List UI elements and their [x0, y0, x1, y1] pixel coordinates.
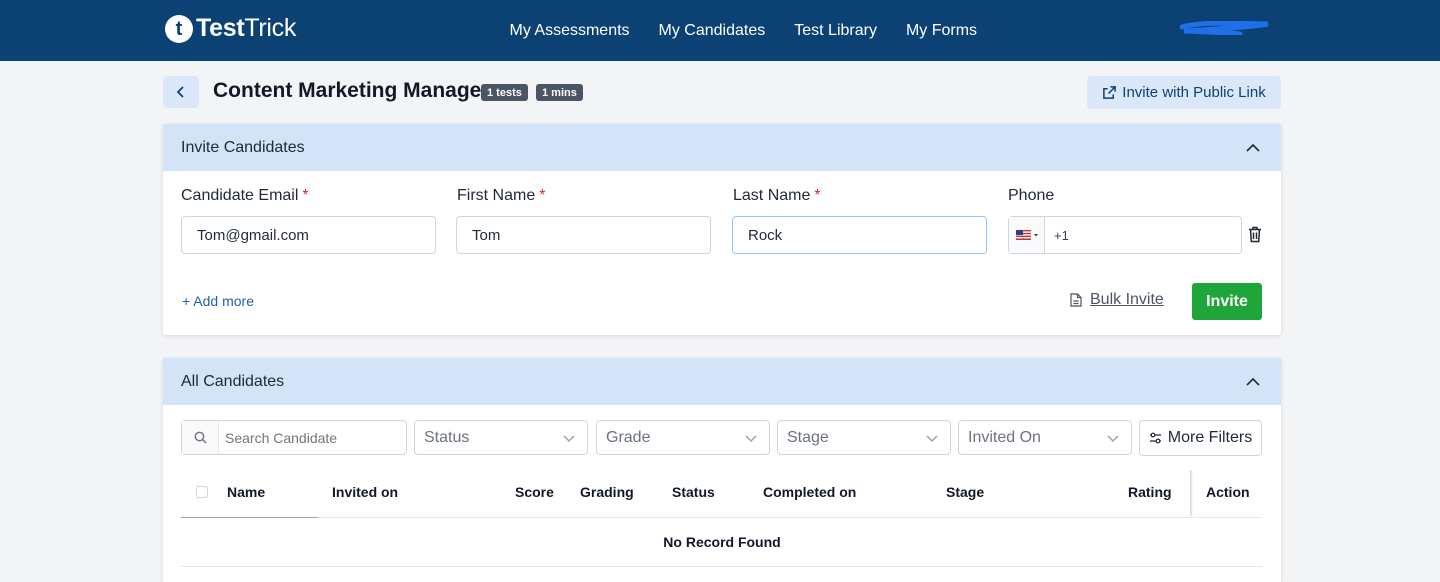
grade-filter-label: Grade [606, 428, 651, 446]
nav-test-library[interactable]: Test Library [780, 22, 892, 40]
country-selector[interactable] [1009, 217, 1045, 253]
table-bottom-divider [181, 566, 1262, 567]
column-header-grading[interactable]: Grading [580, 484, 634, 500]
sliders-icon [1149, 432, 1161, 444]
main-nav: My Assessments My Candidates Test Librar… [495, 0, 992, 61]
all-candidates-title: All Candidates [181, 372, 285, 390]
last-name-field[interactable] [732, 216, 987, 254]
all-candidates-panel: All Candidates Status Grade Stage Invite… [163, 358, 1281, 582]
invite-public-link-label: Invite with Public Link [1122, 84, 1266, 101]
add-more-link[interactable]: + Add more [182, 293, 254, 309]
chevron-up-icon [1246, 143, 1260, 152]
last-name-label: Last Name * [733, 187, 821, 204]
candidate-email-field[interactable] [181, 216, 436, 254]
column-header-name[interactable]: Name [227, 484, 265, 500]
tests-count-badge: 1 tests [481, 84, 528, 101]
bulk-invite-link[interactable]: Bulk Invite [1070, 291, 1164, 309]
logo-text: TestTrick [196, 14, 297, 42]
table-header-divider-accent [181, 517, 318, 518]
invite-button[interactable]: Invite [1192, 283, 1262, 320]
select-all-checkbox[interactable] [196, 486, 208, 498]
invite-public-link-button[interactable]: Invite with Public Link [1087, 76, 1281, 109]
stage-filter[interactable]: Stage [777, 420, 951, 455]
column-header-stage[interactable]: Stage [946, 484, 984, 500]
file-icon [1070, 293, 1082, 307]
empty-table-message: No Record Found [663, 534, 781, 550]
trash-icon[interactable] [1247, 226, 1263, 243]
chevron-down-icon [1107, 435, 1119, 443]
chevron-down-icon [926, 435, 938, 443]
us-flag-icon [1015, 230, 1038, 240]
back-button[interactable] [163, 76, 199, 108]
email-label: Candidate Email * [181, 187, 309, 204]
column-header-rating[interactable]: Rating [1128, 484, 1172, 500]
first-name-label: First Name * [457, 187, 546, 204]
search-input[interactable] [219, 429, 399, 446]
logo-mark-icon: t [165, 14, 193, 43]
external-link-icon [1103, 86, 1117, 99]
phone-country-code: +1 [1054, 227, 1069, 243]
column-header-status[interactable]: Status [672, 484, 715, 500]
invited-on-filter[interactable]: Invited On [958, 420, 1132, 455]
stage-filter-label: Stage [787, 428, 829, 446]
status-filter[interactable]: Status [414, 420, 588, 455]
chevron-down-icon [745, 435, 757, 443]
user-menu-redacted-icon[interactable] [1180, 21, 1270, 35]
grade-filter[interactable]: Grade [596, 420, 770, 455]
search-icon [194, 431, 206, 444]
column-header-score[interactable]: Score [515, 484, 554, 500]
chevron-left-icon [176, 86, 184, 98]
bulk-invite-label: Bulk Invite [1090, 291, 1164, 308]
sticky-column-divider [1190, 470, 1193, 516]
brand-logo[interactable]: t TestTrick [165, 14, 296, 43]
search-icon-wrap [182, 421, 219, 454]
chevron-up-icon [1246, 377, 1260, 386]
chevron-down-icon [563, 435, 575, 443]
nav-my-forms[interactable]: My Forms [891, 22, 991, 40]
first-name-field[interactable] [456, 216, 711, 254]
invite-candidates-panel: Invite Candidates Candidate Email* First… [163, 124, 1281, 335]
column-header-invited-on[interactable]: Invited on [332, 484, 398, 500]
more-filters-label: More Filters [1167, 429, 1253, 446]
phone-label: Phone [1008, 187, 1055, 204]
phone-field[interactable]: +1 [1008, 216, 1242, 254]
invite-candidates-title: Invite Candidates [181, 138, 305, 156]
top-navbar: t TestTrick My Assessments My Candidates… [0, 0, 1440, 61]
all-candidates-header[interactable]: All Candidates [163, 358, 1281, 405]
invite-candidates-header[interactable]: Invite Candidates [163, 124, 1281, 171]
nav-my-candidates[interactable]: My Candidates [644, 22, 780, 40]
column-header-completed-on[interactable]: Completed on [763, 484, 856, 500]
column-header-action: Action [1206, 484, 1250, 500]
status-filter-label: Status [424, 428, 470, 446]
more-filters-button[interactable]: More Filters [1139, 420, 1262, 456]
page-title: Content Marketing Manager [213, 79, 490, 102]
table-header-divider [181, 517, 1262, 518]
search-candidate-box[interactable] [181, 420, 407, 455]
duration-badge: 1 mins [536, 84, 583, 101]
invited-on-filter-label: Invited On [968, 428, 1041, 446]
nav-my-assessments[interactable]: My Assessments [495, 22, 644, 40]
